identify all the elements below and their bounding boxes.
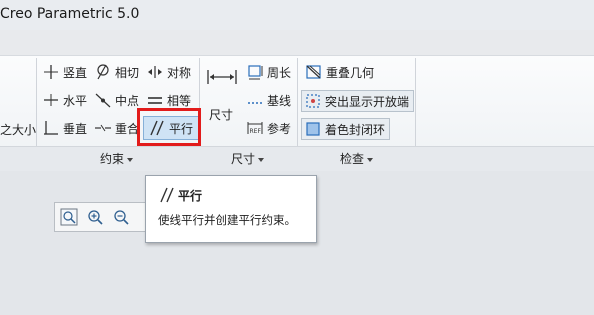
chevron-down-icon: [258, 157, 265, 162]
view-toolbar: [54, 202, 154, 232]
midpoint-constraint-button[interactable]: 中点: [94, 90, 139, 110]
inspect-group-text: 检查: [340, 152, 365, 166]
equal-constraint-button[interactable]: 相等: [146, 90, 191, 110]
highlight-box: [137, 108, 201, 146]
tooltip-description: 使线平行并创建平行约束。: [158, 213, 296, 227]
left-clipped-item[interactable]: 之大小: [0, 119, 36, 139]
baseline-icon: [246, 91, 264, 109]
horizontal-label: 水平: [63, 93, 88, 108]
zoom-in-icon[interactable]: [86, 208, 104, 226]
overlap-geometry-icon: [305, 63, 323, 81]
horizontal-icon: [42, 91, 60, 109]
parallel-icon: [158, 186, 176, 204]
overlap-geometry-button[interactable]: 重叠几何: [305, 62, 374, 82]
title-bar: Creo Parametric 5.0: [0, 0, 594, 30]
constrain-group-text: 约束: [100, 152, 125, 166]
zoom-fit-icon[interactable]: [60, 208, 78, 226]
tooltip-title: 平行: [178, 189, 203, 203]
svg-text:REF: REF: [250, 128, 262, 135]
shade-closed-loops-icon: [304, 120, 322, 138]
coincident-constraint-button[interactable]: 重合: [94, 118, 139, 138]
overlap-geometry-label: 重叠几何: [326, 65, 375, 80]
baseline-button[interactable]: 基线: [246, 90, 291, 110]
midpoint-label: 中点: [115, 93, 140, 108]
dimension-label: 尺寸: [209, 108, 234, 122]
symmetric-icon: [146, 63, 164, 81]
reference-label: 参考: [267, 121, 292, 136]
horizontal-constraint-button[interactable]: 水平: [42, 90, 87, 110]
highlight-open-ends-button[interactable]: 突出显示开放端: [301, 90, 415, 112]
chevron-down-icon: [367, 157, 374, 162]
reference-button[interactable]: REF 参考: [246, 118, 291, 138]
coincident-label: 重合: [115, 121, 140, 136]
chevron-down-icon: [127, 157, 134, 162]
zoom-out-icon[interactable]: [112, 208, 130, 226]
inspect-group-label[interactable]: 检查: [340, 150, 374, 167]
constrain-group-label[interactable]: 约束: [100, 150, 134, 167]
perpendicular-icon: [42, 119, 60, 137]
equal-icon: [146, 91, 164, 109]
perimeter-button[interactable]: 周长: [246, 62, 291, 82]
dimension-group-label[interactable]: 尺寸: [231, 150, 265, 167]
tangent-constraint-button[interactable]: 相切: [94, 62, 139, 82]
dimension-group-text: 尺寸: [231, 152, 256, 166]
perimeter-label: 周长: [267, 65, 292, 80]
highlight-open-ends-icon: [304, 92, 322, 110]
equal-label: 相等: [167, 93, 192, 108]
shade-closed-loops-button[interactable]: 着色封闭环: [301, 118, 391, 140]
midpoint-icon: [94, 91, 112, 109]
tangent-label: 相切: [115, 65, 140, 80]
symmetric-label: 对称: [167, 65, 192, 80]
highlight-open-ends-label: 突出显示开放端: [325, 94, 410, 109]
dimension-button[interactable]: 尺寸: [205, 64, 239, 124]
reference-icon: REF: [246, 119, 264, 137]
vertical-label: 竖直: [63, 65, 88, 80]
perpendicular-label: 垂直: [63, 121, 88, 136]
left-clipped-label: 之大小: [0, 122, 37, 137]
vertical-constraint-button[interactable]: 竖直: [42, 62, 87, 82]
window-title: Creo Parametric 5.0: [0, 6, 140, 22]
vertical-icon: [42, 63, 60, 81]
tangent-icon: [94, 63, 112, 81]
group-label-bar: [0, 146, 594, 171]
baseline-label: 基线: [267, 93, 292, 108]
shade-closed-loops-label: 着色封闭环: [325, 122, 386, 137]
symmetric-constraint-button[interactable]: 对称: [146, 62, 191, 82]
perpendicular-constraint-button[interactable]: 垂直: [42, 118, 87, 138]
coincident-icon: [94, 119, 112, 137]
perimeter-icon: [246, 63, 264, 81]
tooltip: 平行 使线平行并创建平行约束。: [145, 175, 317, 243]
dimension-icon: [207, 68, 237, 86]
